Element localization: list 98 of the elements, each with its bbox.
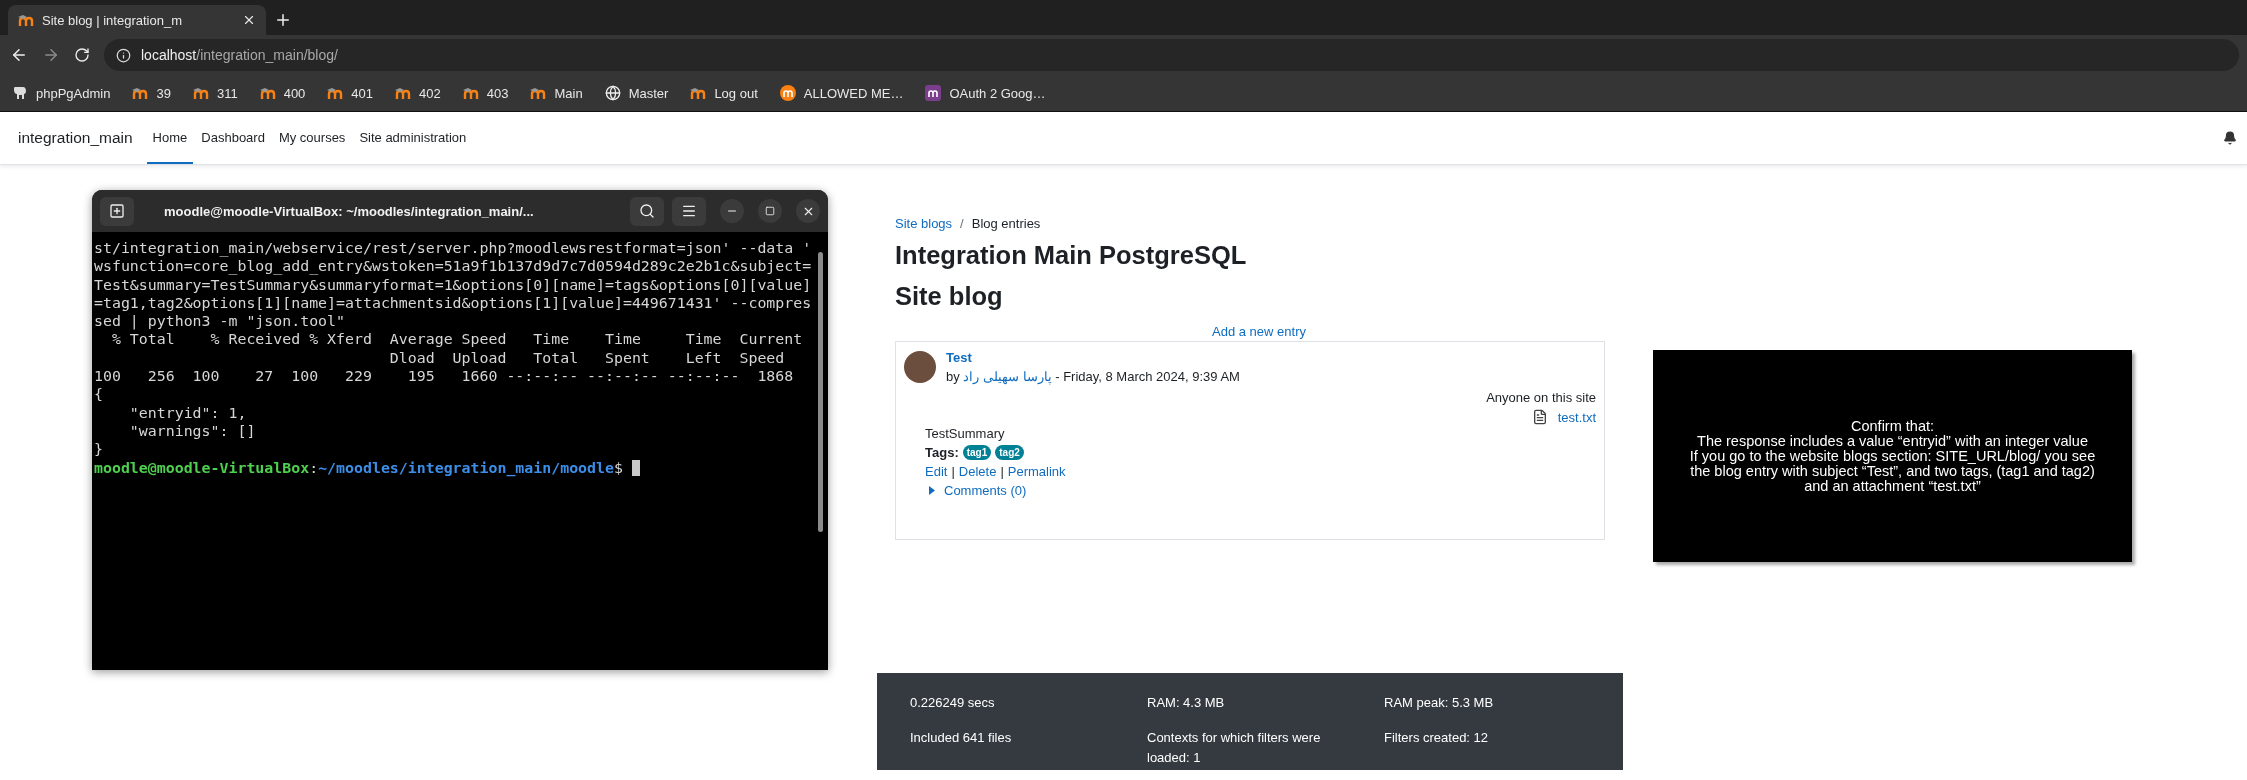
author-link[interactable]: پارسا سهیلی راد <box>963 369 1052 384</box>
note-line: If you go to the website blogs section: SITE_URL/blog/ you see <box>1689 448 2096 464</box>
new-tab-button[interactable] <box>100 196 134 226</box>
tag-badge[interactable]: tag1 <box>962 445 992 460</box>
note-line: The response includes a value “entryid” with an integer value <box>1697 433 2088 449</box>
tag-badge[interactable]: tag2 <box>995 445 1024 460</box>
globe-icon <box>604 85 621 101</box>
terminal-line: } <box>94 440 104 459</box>
info-icon[interactable] <box>116 47 131 63</box>
new-tab-icon[interactable] <box>274 11 292 29</box>
tags-label: Tags: <box>925 445 959 460</box>
footer-stat: 0.226249 secs <box>910 694 996 712</box>
maximize-button[interactable] <box>758 199 782 223</box>
menu-icon <box>681 203 697 219</box>
scrollbar-thumb[interactable] <box>818 252 823 532</box>
reload-icon[interactable] <box>74 47 90 63</box>
address-bar[interactable]: localhost/integration_main/blog/ <box>104 39 2239 71</box>
nav-link[interactable]: Site administration <box>353 112 473 164</box>
moodle-logo-icon <box>462 87 479 99</box>
terminal-line: % Total % Received % Xferd Average Speed Time Time Time Current <box>110 330 804 349</box>
bookmark[interactable]: 403 <box>462 85 509 101</box>
text-cursor <box>631 459 640 476</box>
terminal-line: =tag1,tag2&options[1][name]=attachmentsid&options[1][value]=449671431' --compres <box>94 293 813 313</box>
comments-toggle[interactable]: Comments (0) <box>925 483 1596 498</box>
bookmark[interactable]: Master <box>604 85 669 101</box>
bookmark[interactable]: 401 <box>327 85 374 101</box>
action-separator: | <box>951 464 955 479</box>
bookmark[interactable]: Log out <box>690 85 758 101</box>
url-text: localhost/integration_main/blog/ <box>141 47 338 63</box>
action-link[interactable]: Permalink <box>1007 464 1066 479</box>
terminal-line: wsfunction=core_blog_add_entry&wstoken=51a9f1b137d9d7c7d0594d289c2e2b1c&subject= <box>94 257 813 276</box>
footer-stat: RAM: 4.3 MB <box>1147 694 1226 712</box>
new-tab-icon <box>109 203 125 219</box>
entry-title-link[interactable]: Test <box>946 350 1240 365</box>
bookmark[interactable]: 402 <box>395 85 441 101</box>
search-icon <box>639 203 655 219</box>
terminal-line: "entryid": 1, <box>128 403 248 422</box>
breadcrumb-separator: / <box>960 216 964 231</box>
note-line: the blog entry with subject “Test”, and two tags, (tag1 and tag2) <box>1690 463 2095 479</box>
terminal-line: Test&summary=TestSummary&summaryformat=1&options[0][name]=tags&options[0][value] <box>94 275 813 294</box>
forward-icon[interactable] <box>42 46 60 64</box>
close-icon[interactable] <box>242 13 256 27</box>
moodle-logo-icon <box>395 87 412 99</box>
nav-link[interactable]: My courses <box>272 112 352 164</box>
terminal-line: "warnings": [] <box>128 421 257 441</box>
moodle-logo-icon <box>327 87 344 99</box>
bookmark[interactable]: 39 <box>132 85 171 101</box>
bookmark[interactable]: OAuth 2 Goog… <box>925 85 1046 101</box>
moodle-logo-icon <box>132 87 149 99</box>
attachment-link[interactable]: test.txt <box>1557 409 1596 425</box>
circle-logo-icon <box>779 85 796 101</box>
terminal-line: st/integration_main/webservice/rest/server.php?moodlewsrestformat=json' --data ' <box>94 239 813 258</box>
maximize-icon <box>765 206 775 216</box>
bookmark[interactable]: Main <box>530 85 583 101</box>
back-icon[interactable] <box>10 46 28 64</box>
add-entry-link[interactable]: Add a new entry <box>1212 324 1306 339</box>
terminal-line: 100 256 100 27 100 229 195 1660 --:--:-- --:--:-- --:--:-- 1868 <box>94 367 795 386</box>
menu-button[interactable] <box>672 196 706 226</box>
note-line: Confirm that: <box>1851 418 1934 434</box>
moodle-logo-icon <box>259 87 276 99</box>
entry-summary: TestSummary <box>925 426 1006 441</box>
terminal-title: moodle@moodle-VirtualBox: ~/moodles/integration_main/... <box>163 203 535 219</box>
action-link[interactable]: Delete <box>958 464 997 479</box>
site-brand[interactable]: integration_main <box>18 112 133 164</box>
bookmark[interactable]: phpPgAdmin <box>12 85 111 101</box>
terminal-line: { <box>94 385 104 404</box>
moodle-logo-icon <box>18 14 34 26</box>
avatar-placeholder <box>904 351 936 383</box>
file-icon <box>1531 409 1548 425</box>
footer-stat: Included 641 files <box>910 729 1013 747</box>
terminal-line: Dload Upload Total Spent Left Speed <box>388 348 786 368</box>
footer-stat: RAM peak: 5.3 MB <box>1384 694 1495 712</box>
action-separator: | <box>1000 464 1004 479</box>
action-link[interactable]: Edit <box>925 464 948 479</box>
breadcrumb-link[interactable]: Site blogs <box>895 216 953 231</box>
nav-link[interactable]: Home <box>146 112 194 164</box>
note-line: and an attachment “test.txt” <box>1804 478 1981 494</box>
square-logo-icon <box>925 85 942 101</box>
footer-stat: Contexts for which filters were loaded: 1 <box>1147 729 1322 767</box>
nav-link[interactable]: Dashboard <box>195 112 271 164</box>
minimize-button[interactable] <box>720 199 744 223</box>
browser-tab[interactable]: Site blog | integration_m <box>8 5 266 35</box>
terminal-line: sed | python3 -m "json.tool" <box>94 312 347 331</box>
bookmark[interactable]: ALLOWED ME… <box>779 85 904 101</box>
breadcrumb-current: Blog entries <box>971 216 1041 231</box>
bell-icon[interactable] <box>2223 131 2237 145</box>
moodle-logo-icon <box>192 87 209 99</box>
moodle-logo-icon <box>690 87 707 99</box>
bookmark[interactable]: 311 <box>192 85 238 101</box>
moodle-logo-icon <box>530 87 547 99</box>
visibility-text: Anyone on this site <box>1486 390 1596 405</box>
search-button[interactable] <box>630 196 664 226</box>
page-heading: Site blog <box>895 281 1004 312</box>
footer-stat: Filters created: 12 <box>1384 729 1490 747</box>
page-heading: Integration Main PostgreSQL <box>895 240 1248 271</box>
bookmark[interactable]: 400 <box>259 85 306 101</box>
terminal-prompt: moodle@moodle-VirtualBox:~/moodles/integration_main/moodle$ <box>94 458 624 477</box>
close-button[interactable] <box>796 199 820 223</box>
